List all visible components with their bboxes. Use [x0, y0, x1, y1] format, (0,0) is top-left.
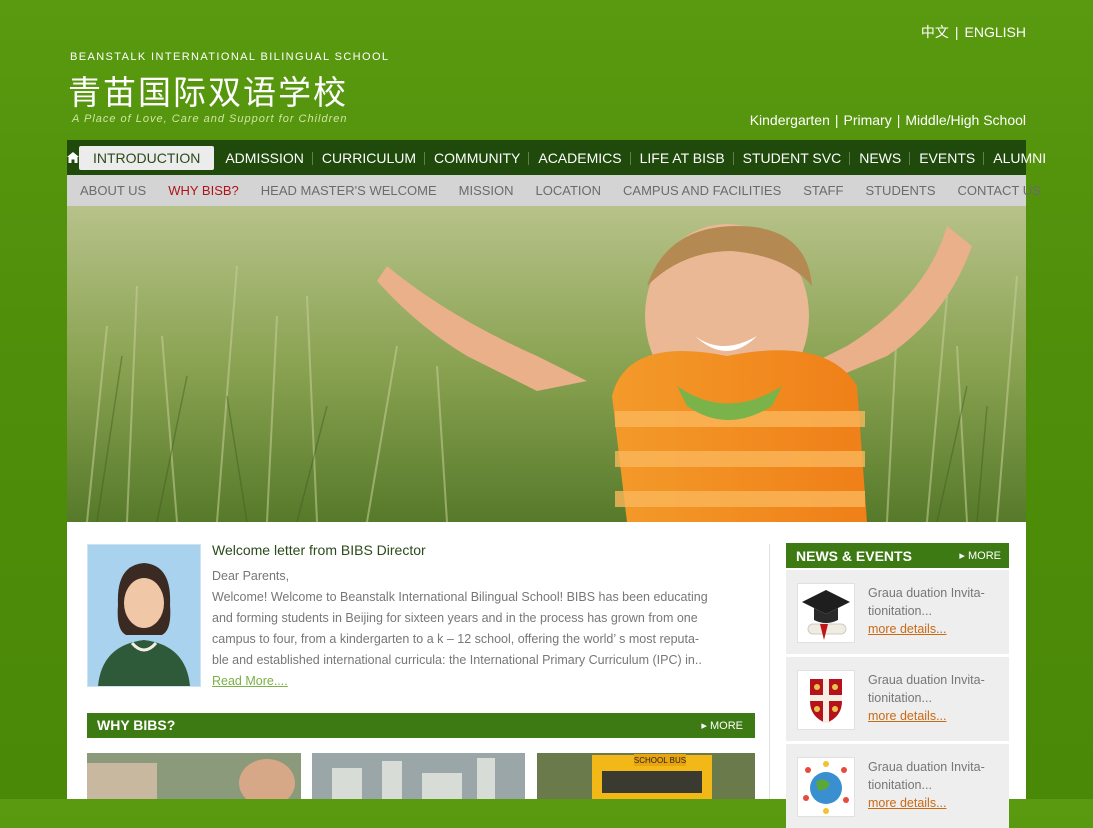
- news-events-title: NEWS & EVENTS: [796, 548, 912, 564]
- nav-community[interactable]: COMMUNITY: [425, 146, 530, 170]
- read-more-link[interactable]: Read More....: [212, 674, 288, 688]
- news-text: Graua duation Invita- tionitation... mor…: [868, 673, 985, 723]
- why-thumb-3[interactable]: SCHOOL BUS: [537, 753, 755, 799]
- why-bibs-title: WHY BIBS?: [97, 717, 176, 733]
- letter-greeting: Dear Parents,: [212, 569, 290, 583]
- nav-introduction[interactable]: INTRODUCTION: [79, 145, 215, 170]
- sub-nav: ABOUT US WHY BISB? HEAD MASTER'S WELCOME…: [67, 175, 1041, 206]
- nav-student-svc[interactable]: STUDENT SVC: [734, 146, 851, 170]
- nav-events[interactable]: EVENTS: [910, 146, 985, 170]
- subnav-contact-us[interactable]: CONTACT US: [947, 183, 1052, 198]
- news-more-details-link[interactable]: more details...: [868, 622, 947, 636]
- page: BEANSTALK INTERNATIONAL BILINGUAL SCHOOL…: [67, 0, 1046, 828]
- main-nav: INTRODUCTION ADMISSION CURRICULUM COMMUN…: [67, 140, 1046, 175]
- news-item[interactable]: Graua duation Invita- tionitation... mor…: [786, 657, 1009, 741]
- lang-english[interactable]: ENGLISH: [965, 24, 1026, 40]
- tagline: A Place of Love, Care and Support for Ch…: [72, 113, 348, 125]
- content-area: Welcome letter from BIBS Director Dear P…: [67, 522, 1026, 828]
- nav-life-at-bisb[interactable]: LIFE AT BISB: [631, 146, 734, 170]
- director-photo: [87, 544, 201, 687]
- news-text: Graua duation Invita- tionitation... mor…: [868, 586, 985, 636]
- hero-banner-image: [67, 206, 1026, 522]
- why-thumb-2[interactable]: [312, 753, 525, 799]
- school-levels: Kindergarten | Primary | Middle/High School: [749, 112, 1026, 128]
- news-more-details-link[interactable]: more details...: [868, 709, 947, 723]
- welcome-letter: Dear Parents, Welcome! Welcome to Beanst…: [212, 566, 732, 692]
- subnav-location[interactable]: LOCATION: [525, 183, 613, 198]
- subnav-head-master-welcome[interactable]: HEAD MASTER'S WELCOME: [250, 183, 448, 198]
- subnav-why-bisb[interactable]: WHY BISB?: [157, 183, 250, 198]
- news-more-details-link[interactable]: more details...: [868, 796, 947, 810]
- subnav-about-us[interactable]: ABOUT US: [67, 183, 157, 198]
- globe-children-icon: [797, 757, 855, 817]
- letter-line: and forming students in Beijing for sixt…: [212, 611, 698, 625]
- news-events-header: NEWS & EVENTS ▸ MORE: [786, 543, 1009, 568]
- lang-chinese[interactable]: 中文: [921, 24, 949, 40]
- nav-news[interactable]: NEWS: [850, 146, 911, 170]
- lang-separator: |: [954, 24, 959, 40]
- nav-curriculum[interactable]: CURRICULUM: [313, 146, 426, 170]
- nav-alumni[interactable]: ALUMNI: [984, 146, 1055, 170]
- why-thumb-1[interactable]: [87, 753, 301, 799]
- news-text: Graua duation Invita- tionitation... mor…: [868, 760, 985, 810]
- school-name-en: BEANSTALK INTERNATIONAL BILINGUAL SCHOOL: [70, 51, 390, 63]
- news-item[interactable]: Graua duation Invita- tionitation... mor…: [786, 570, 1009, 654]
- letter-line: campus to four, from a kindergarten to a…: [212, 632, 700, 646]
- level-kindergarten[interactable]: Kindergarten: [750, 112, 830, 128]
- column-divider: [769, 544, 770, 799]
- level-middle-high[interactable]: Middle/High School: [905, 112, 1026, 128]
- subnav-staff[interactable]: STAFF: [792, 183, 854, 198]
- subnav-students[interactable]: STUDENTS: [854, 183, 946, 198]
- school-bus-sign: SCHOOL BUS: [634, 756, 686, 765]
- school-logo-cn[interactable]: 青苗国际双语学校: [68, 66, 348, 114]
- nav-academics[interactable]: ACADEMICS: [529, 146, 631, 170]
- welcome-title[interactable]: Welcome letter from BIBS Director: [212, 542, 426, 558]
- graduation-cap-icon: [797, 583, 855, 643]
- news-events-more-link[interactable]: ▸ MORE: [959, 549, 1001, 562]
- level-primary[interactable]: Primary: [844, 112, 892, 128]
- hero-illustration: [67, 206, 1026, 522]
- crest-icon: [797, 670, 855, 730]
- subnav-campus-facilities[interactable]: CAMPUS AND FACILITIES: [612, 183, 792, 198]
- language-switcher: 中文 | ENGLISH: [921, 22, 1026, 42]
- home-icon[interactable]: [67, 140, 79, 175]
- letter-line: ble and established international curric…: [212, 653, 702, 667]
- subnav-mission[interactable]: MISSION: [448, 183, 525, 198]
- news-item[interactable]: Graua duation Invita- tionitation... mor…: [786, 744, 1009, 828]
- letter-line: Welcome! Welcome to Beanstalk Internatio…: [212, 590, 708, 604]
- why-bibs-more-link[interactable]: ▸ MORE: [701, 719, 743, 732]
- nav-admission[interactable]: ADMISSION: [216, 146, 313, 170]
- why-bibs-header: WHY BIBS? ▸ MORE: [87, 713, 755, 738]
